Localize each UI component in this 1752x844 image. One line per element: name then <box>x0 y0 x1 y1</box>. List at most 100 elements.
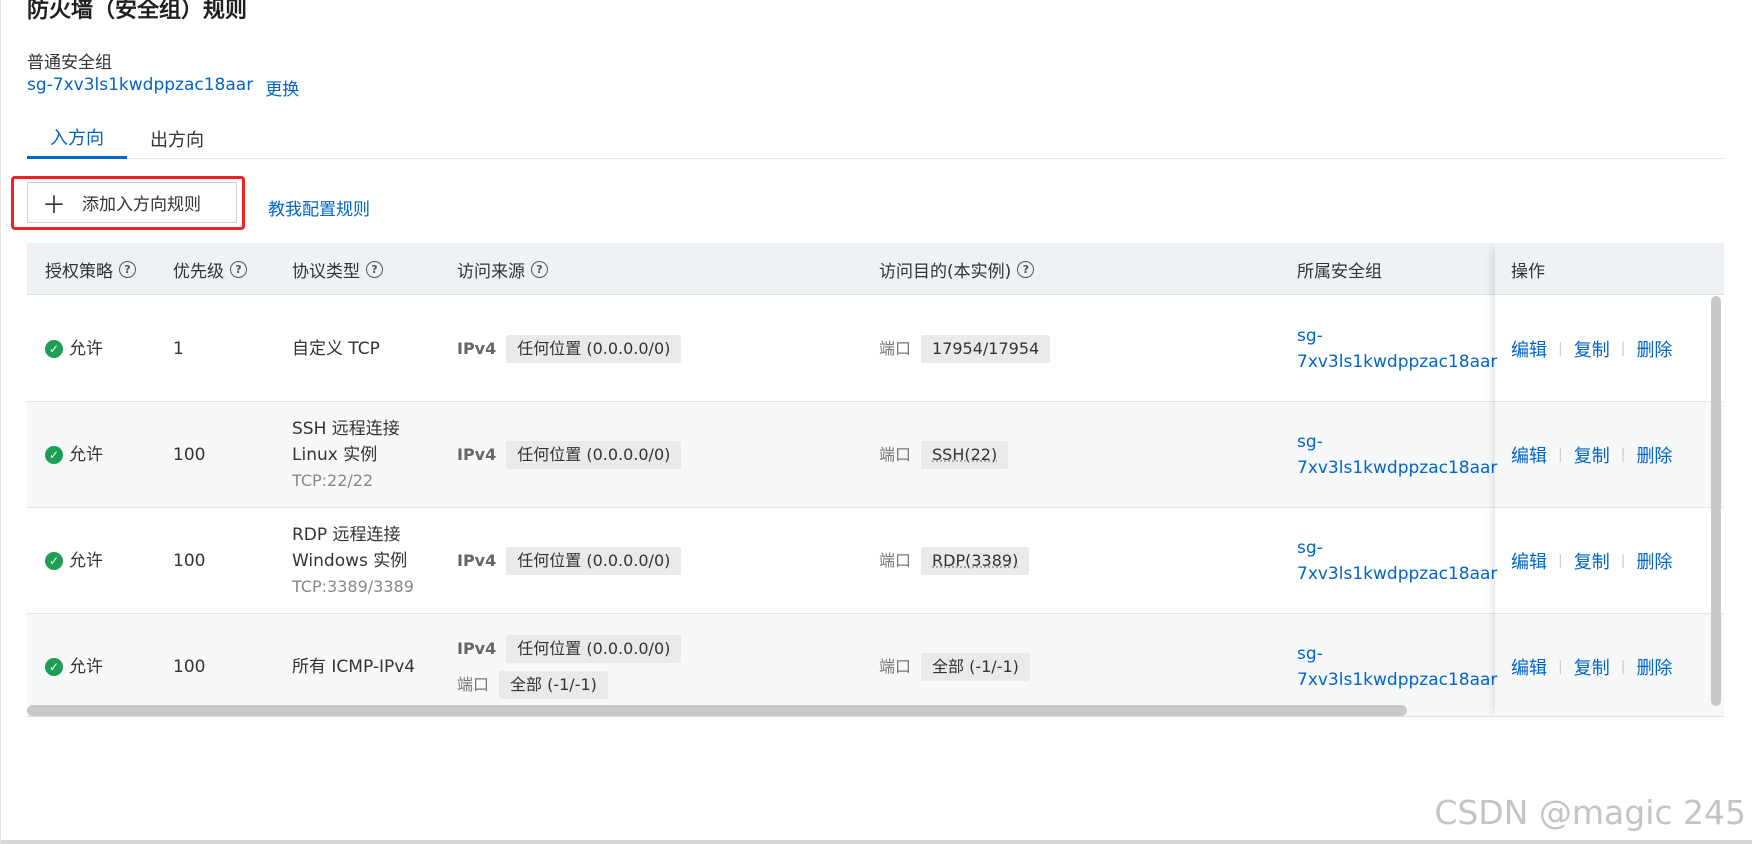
table-row: ✓ 允许 100 RDP 远程连接 Windows 实例 TCP:3389/3389 IPv… <box>27 508 1724 614</box>
watermark: CSDN @magic 245 <box>1434 793 1746 832</box>
help-icon[interactable]: ? <box>366 260 383 278</box>
dest-line: 端口 17954/17954 <box>879 335 1051 363</box>
copy-button[interactable]: 复制 <box>1574 442 1610 468</box>
header-group: 所属安全组 <box>1297 243 1382 295</box>
policy-cell: ✓ 允许 <box>45 614 103 716</box>
protocol-name: 自定义 TCP <box>292 339 380 359</box>
policy-cell: ✓ 允许 <box>45 296 103 402</box>
help-icon[interactable]: ? <box>1017 260 1035 278</box>
header-priority-label: 优先级 <box>173 261 224 282</box>
divider: | <box>1558 447 1563 463</box>
protocol-cell: RDP 远程连接 Windows 实例 TCP:3389/3389 <box>292 508 414 614</box>
header-ops: 操作 <box>1511 243 1545 295</box>
vertical-scrollbar[interactable] <box>1711 296 1721 706</box>
horizontal-scrollbar[interactable] <box>27 705 1407 716</box>
dest-label: 端口 <box>879 551 912 570</box>
group-link-line2[interactable]: 7xv3ls1kwdppzac18aar <box>1297 667 1497 693</box>
delete-button[interactable]: 删除 <box>1636 654 1672 680</box>
tab-outbound[interactable]: 出方向 <box>127 118 227 159</box>
help-icon[interactable]: ? <box>119 260 136 278</box>
dest-line: 端口 RDP(3389) <box>879 547 1030 575</box>
edit-button[interactable]: 编辑 <box>1511 548 1547 574</box>
source-port-label: 端口 <box>457 675 490 694</box>
group-link-line2[interactable]: 7xv3ls1kwdppzac18aar <box>1297 455 1497 481</box>
dest-tag: SSH(22) <box>921 441 1009 469</box>
sg-type-label: 普通安全组 <box>27 53 112 73</box>
group-link-line2[interactable]: 7xv3ls1kwdppzac18aar <box>1297 561 1497 587</box>
direction-tabs: 入方向 出方向 <box>27 118 1724 159</box>
page-title: 防火墙（安全组）规则 <box>27 0 248 23</box>
sg-id-line: sg-7xv3ls1kwdppzac18aar 更换 <box>27 75 299 100</box>
dest-tag: RDP(3389) <box>921 547 1030 575</box>
source-line: IPv4 任何位置 (0.0.0.0/0) <box>457 335 682 363</box>
ops-cell: 编辑 | 复制 | 删除 <box>1511 296 1672 402</box>
edit-button[interactable]: 编辑 <box>1511 654 1547 680</box>
help-icon[interactable]: ? <box>531 260 548 278</box>
priority-cell: 100 <box>173 551 206 571</box>
source-cell: IPv4 任何位置 (0.0.0.0/0) <box>457 402 682 508</box>
rules-table: 授权策略 ? 优先级 ? 协议类型 ? 访问来源 ? 访问目的(本实例) ? 所… <box>27 243 1724 717</box>
security-group-page: 防火墙（安全组）规则 普通安全组 sg-7xv3ls1kwdppzac18aar… <box>0 0 1752 844</box>
policy-status: ✓ 允许 <box>45 442 103 468</box>
dest-cell: 端口 17954/17954 <box>879 296 1051 402</box>
group-link-line1[interactable]: sg- <box>1297 535 1497 561</box>
priority-cell: 100 <box>173 445 206 465</box>
dest-label: 端口 <box>879 445 912 464</box>
tab-inbound[interactable]: 入方向 <box>27 118 127 159</box>
group-cell[interactable]: sg- 7xv3ls1kwdppzac18aar <box>1297 508 1497 614</box>
copy-button[interactable]: 复制 <box>1574 654 1610 680</box>
policy-status: ✓ 允许 <box>45 654 103 680</box>
ip-version: IPv4 <box>457 445 497 464</box>
source-cell: IPv4 任何位置 (0.0.0.0/0) <box>457 508 682 614</box>
dest-cell: 端口 RDP(3389) <box>879 508 1030 614</box>
protocol-port: TCP:3389/3389 <box>292 577 414 596</box>
change-sg-link[interactable]: 更换 <box>265 75 299 100</box>
dest-line: 端口 全部 (-1/-1) <box>879 653 1030 681</box>
source-port-tag: 全部 (-1/-1) <box>499 671 608 699</box>
check-circle-icon: ✓ <box>45 552 63 570</box>
teach-config-link[interactable]: 教我配置规则 <box>268 195 370 220</box>
copy-button[interactable]: 复制 <box>1574 336 1610 362</box>
help-icon[interactable]: ? <box>230 260 247 278</box>
delete-button[interactable]: 删除 <box>1636 336 1672 362</box>
header-dest: 访问目的(本实例) ? <box>879 243 1035 295</box>
source-tag: 任何位置 (0.0.0.0/0) <box>506 635 682 663</box>
check-circle-icon: ✓ <box>45 658 63 676</box>
table-row: ✓ 允许 1 自定义 TCP IPv4 任何位置 (0.0.0.0/0) 端口 17954/1… <box>27 296 1724 402</box>
source-tag: 任何位置 (0.0.0.0/0) <box>506 335 682 363</box>
header-priority: 优先级 ? <box>173 243 247 295</box>
source-cell: IPv4 任何位置 (0.0.0.0/0) <box>457 296 682 402</box>
divider: | <box>1558 659 1563 675</box>
header-source: 访问来源 ? <box>457 243 548 295</box>
group-link-line1[interactable]: sg- <box>1297 323 1497 349</box>
ip-version: IPv4 <box>457 639 497 658</box>
divider: | <box>1620 659 1626 675</box>
protocol-cell: SSH 远程连接 Linux 实例 TCP:22/22 <box>292 402 400 508</box>
source-line: IPv4 任何位置 (0.0.0.0/0) <box>457 547 682 575</box>
check-circle-icon: ✓ <box>45 340 63 358</box>
group-cell[interactable]: sg- 7xv3ls1kwdppzac18aar <box>1297 614 1497 716</box>
protocol-name: RDP 远程连接 <box>292 525 401 545</box>
delete-button[interactable]: 删除 <box>1636 548 1672 574</box>
check-circle-icon: ✓ <box>45 446 63 464</box>
protocol-cell: 自定义 TCP <box>292 296 380 402</box>
group-link-line2[interactable]: 7xv3ls1kwdppzac18aar <box>1297 349 1497 375</box>
policy-label: 允许 <box>69 339 103 359</box>
priority-cell: 1 <box>173 339 184 359</box>
dest-label: 端口 <box>879 657 912 676</box>
group-cell[interactable]: sg- 7xv3ls1kwdppzac18aar <box>1297 402 1497 508</box>
header-protocol-label: 协议类型 <box>292 261 360 282</box>
header-dest-label: 访问目的(本实例) <box>879 261 1012 282</box>
group-cell[interactable]: sg- 7xv3ls1kwdppzac18aar <box>1297 296 1497 402</box>
edit-button[interactable]: 编辑 <box>1511 336 1547 362</box>
copy-button[interactable]: 复制 <box>1574 548 1610 574</box>
group-link-line1[interactable]: sg- <box>1297 641 1497 667</box>
header-policy-label: 授权策略 <box>45 261 113 282</box>
header-policy: 授权策略 ? <box>45 243 136 295</box>
sg-id-link[interactable]: sg-7xv3ls1kwdppzac18aar <box>27 75 253 100</box>
divider: | <box>1620 447 1626 463</box>
delete-button[interactable]: 删除 <box>1636 442 1672 468</box>
ip-version: IPv4 <box>457 551 497 570</box>
edit-button[interactable]: 编辑 <box>1511 442 1547 468</box>
group-link-line1[interactable]: sg- <box>1297 429 1497 455</box>
